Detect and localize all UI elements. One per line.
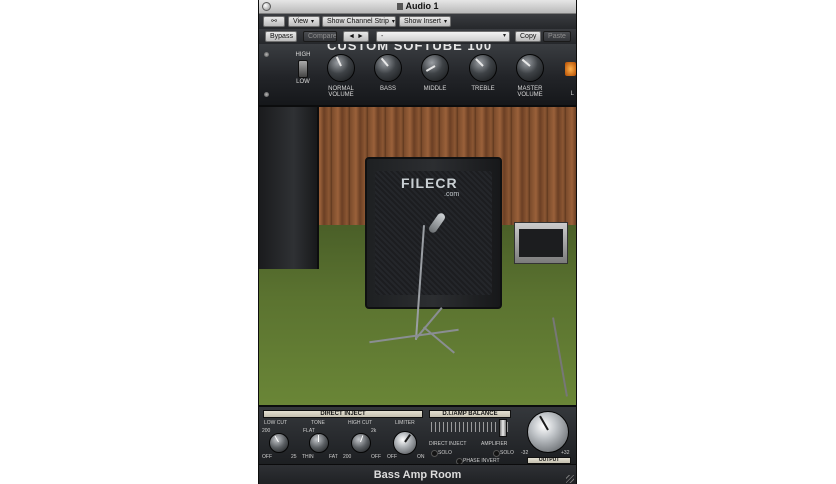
high-cut-right-label: OFF [371,454,381,460]
tone-label: TONE [311,420,325,426]
amp-head-panel: CUSTOM SOFTUBE 100 HIGH LOW NORMAL VOLUM… [259,44,576,107]
knob-label: TREBLE [471,86,495,92]
room-view: FILECR .com [259,107,576,407]
prev-next-label: ◄ ► [348,33,364,40]
document-icon [396,3,403,10]
low-cut-max-label: OFF [262,454,272,460]
view-menu-label: View [293,18,309,25]
low-cut-knob[interactable] [269,433,289,453]
preset-menu[interactable]: - ▾ [376,31,510,42]
tone-top-label: FLAT [303,428,315,434]
tone-right-label: FAT [329,454,338,460]
knob-icon [327,54,355,82]
limiter-knob[interactable] [393,431,417,455]
rack-unit [514,222,568,264]
knob-label: NORMAL VOLUME [328,86,354,98]
limiter-label: LIMITER [395,420,415,426]
high-cut-top-label: 2k [371,428,377,434]
master-volume-knob[interactable]: MASTER VOLUME [509,54,551,98]
power-lamp-icon [565,62,576,76]
resize-grip-icon[interactable] [566,475,574,483]
left-speaker-cabinet [259,107,319,269]
tone-knob[interactable] [309,433,329,453]
limiter-off-label: OFF [387,454,397,460]
paste-button[interactable]: Paste [543,31,571,42]
amp-brand: CUSTOM SOFTUBE 100 [327,44,493,53]
output-max-label: +32 [561,450,570,456]
switch-high-label: HIGH [295,52,311,58]
solo-amp-led[interactable] [493,450,500,457]
title-bar: Audio 1 [259,0,576,14]
toolbar-bottom: Bypass Compare ◄ ► - ▾ Copy Paste [259,29,576,45]
output-knob[interactable] [527,411,569,453]
chevron-down-icon: ▾ [311,19,315,25]
high-low-switch[interactable]: HIGH LOW [289,52,317,86]
plugin-window: Audio 1 ⚯ View ▾ Show Channel Strip ▾ Show… [259,0,576,484]
plugin-name: Bass Amp Room [373,469,462,481]
watermark: FILECR [401,175,458,191]
copy-button[interactable]: Copy [515,31,541,42]
compare-label: Compare [308,33,337,40]
window-title: Audio 1 [259,0,576,13]
knob-icon [421,54,449,82]
knob-label: BASS [379,86,396,92]
toggle-switch-icon [298,60,308,78]
watermark-sub: .com [444,191,460,198]
limiter-on-label: ON [417,454,425,460]
plugin-footer: Bass Amp Room [259,464,576,484]
balance-amp-label: AMPLIFIER [481,441,508,447]
high-cut-label: HIGH CUT [348,420,373,426]
knob-icon [516,54,544,82]
low-cut-mid-label: 25 [291,454,297,460]
direct-inject-title: DIRECT INJECT [263,410,423,418]
link-button[interactable]: ⚯ [263,16,285,27]
screw-icon [264,92,269,97]
normal-volume-knob[interactable]: NORMAL VOLUME [320,54,362,98]
balance-slider-thumb[interactable] [499,419,507,437]
rack-unit-panel [519,229,563,257]
output-label: OUTPUT [527,457,571,464]
high-cut-left-label: 200 [343,454,352,460]
screw-icon [264,52,269,57]
bypass-label: Bypass [270,33,293,40]
compare-button[interactable]: Compare [303,31,337,42]
toolbar-top: ⚯ View ▾ Show Channel Strip ▾ Show Insert ▾ [259,14,576,30]
output-min-label: -32 [521,450,529,456]
show-channel-strip-menu[interactable]: Show Channel Strip ▾ [322,16,396,27]
knob-label: MIDDLE [423,86,447,92]
copy-label: Copy [520,33,537,40]
knob-icon [374,54,402,82]
balance-title: D.I./AMP BALANCE [429,410,511,418]
low-cut-min-label: 200 [262,428,271,434]
solo-amp-label: SOLO [500,450,514,456]
show-insert-menu[interactable]: Show Insert ▾ [399,16,451,27]
tone-left-label: THIN [302,454,314,460]
link-icon: ⚯ [271,18,277,25]
high-cut-knob[interactable] [351,433,371,453]
knob-label: MASTER VOLUME [517,86,543,98]
bass-knob[interactable]: BASS [367,54,409,92]
chevron-down-icon: ▾ [502,33,506,39]
preset-value: - [381,33,384,40]
low-cut-label: LOW CUT [264,420,288,426]
direct-inject-panel: DIRECT INJECT D.I./AMP BALANCE LOW CUT 2… [259,405,576,466]
solo-direct-led[interactable] [431,450,438,457]
cut-off-label: L [570,91,574,97]
knob-icon [469,54,497,82]
prev-next-preset-button[interactable]: ◄ ► [343,31,369,42]
show-insert-label: Show Insert [404,18,441,25]
treble-knob[interactable]: TREBLE [462,54,504,92]
view-menu[interactable]: View ▾ [288,16,320,27]
bypass-button[interactable]: Bypass [265,31,297,42]
paste-label: Paste [548,33,566,40]
solo-direct-label: SOLO [438,450,452,456]
show-channel-strip-label: Show Channel Strip [327,18,389,25]
balance-direct-label: DIRECT INJECT [429,441,467,447]
switch-low-label: LOW [296,79,310,85]
chevron-down-icon: ▾ [391,19,395,25]
window-title-text: Audio 1 [405,1,439,11]
middle-knob[interactable]: MIDDLE [414,54,456,92]
chevron-down-icon: ▾ [443,19,447,25]
